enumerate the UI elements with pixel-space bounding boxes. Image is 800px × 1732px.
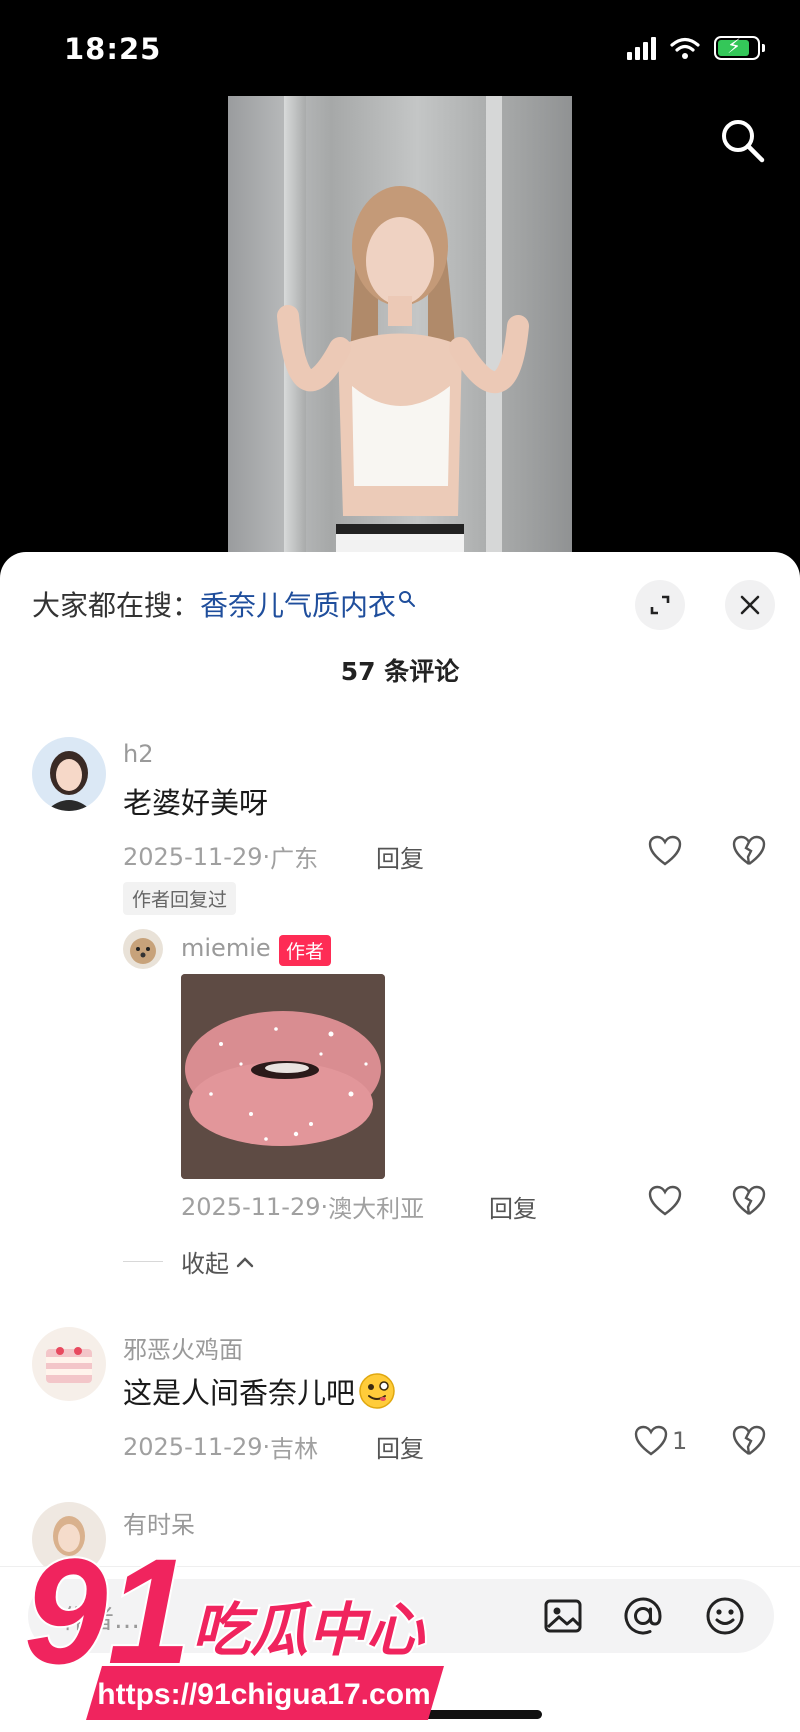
- reply-image[interactable]: [181, 974, 385, 1179]
- watermark: 91 吃瓜中心 https://91chigua17.com: [22, 1525, 464, 1724]
- status-icons: ⚡: [627, 34, 765, 60]
- comment-location: 吉林: [270, 1435, 319, 1463]
- reply-button[interactable]: 回复: [376, 839, 424, 874]
- reply-avatar[interactable]: [123, 929, 163, 969]
- trending-prefix: 大家都在搜：: [32, 589, 201, 622]
- video-subject-image: [277, 186, 529, 556]
- status-time: 18:25: [64, 32, 162, 66]
- close-button[interactable]: [725, 580, 775, 630]
- divider: [123, 1260, 163, 1263]
- expand-icon: [650, 595, 670, 615]
- watermark-text: 吃瓜中心: [192, 1596, 426, 1664]
- comment-meta: 2025-11-29 · 吉林: [123, 1429, 318, 1464]
- close-icon: [740, 595, 760, 615]
- like-button[interactable]: [648, 1185, 682, 1217]
- signal-icon: [627, 36, 656, 60]
- comment-username[interactable]: h2: [123, 740, 153, 768]
- collapse-button[interactable]: 收起: [123, 1244, 255, 1279]
- collapse-label: 收起: [181, 1250, 229, 1278]
- expand-button[interactable]: [635, 580, 685, 630]
- video-player[interactable]: [228, 96, 572, 556]
- comment-date: 2025-11-29: [123, 1432, 263, 1461]
- like-button[interactable]: 1: [634, 1425, 687, 1457]
- like-count: 1: [672, 1427, 688, 1455]
- reply-location: 澳大利亚: [328, 1195, 425, 1223]
- author-badge: 作者: [279, 935, 332, 966]
- chevron-up-icon: [236, 1256, 254, 1267]
- author-replied-badge: 作者回复过: [123, 882, 237, 915]
- comment-date: 2025-11-29: [123, 842, 263, 871]
- heart-icon: [634, 1425, 668, 1456]
- broken-heart-icon[interactable]: [732, 1425, 766, 1457]
- reply-meta: 2025-11-29 · 澳大利亚: [181, 1189, 424, 1224]
- status-bar: 18:25 ⚡: [0, 0, 800, 100]
- at-icon[interactable]: [620, 1593, 666, 1639]
- like-button[interactable]: [648, 835, 686, 867]
- reply-date: 2025-11-29: [181, 1192, 321, 1221]
- reply-username[interactable]: miemie: [181, 934, 271, 962]
- trending-search[interactable]: 大家都在搜： 香奈儿气质内衣: [32, 582, 416, 626]
- wifi-icon: [670, 37, 700, 59]
- broken-heart-icon[interactable]: [732, 1185, 766, 1217]
- avatar[interactable]: [32, 737, 106, 811]
- avatar[interactable]: [32, 1327, 106, 1401]
- trending-term[interactable]: 香奈儿气质内衣: [200, 584, 396, 624]
- watermark-logo: 91 吃瓜中心 https://91chigua17.com: [22, 1525, 444, 1720]
- comment-count: 57 条评论: [340, 657, 460, 686]
- comment-username[interactable]: 有时呆: [123, 1505, 195, 1540]
- reply-button[interactable]: 回复: [489, 1189, 537, 1224]
- battery-icon: ⚡: [714, 34, 765, 60]
- comment-location: 广东: [270, 845, 319, 873]
- heart-icon: [648, 835, 682, 866]
- search-icon: [399, 591, 416, 607]
- comment-meta: 2025-11-29 · 广东: [123, 839, 318, 874]
- comment-username[interactable]: 邪恶火鸡面: [123, 1330, 243, 1365]
- image-icon[interactable]: [540, 1593, 586, 1639]
- reply-button[interactable]: 回复: [376, 1429, 424, 1464]
- heart-icon: [648, 1185, 682, 1216]
- smile-emoji-icon: [359, 1373, 395, 1409]
- comment-text: 老婆好美呀: [123, 786, 269, 820]
- emoji-icon[interactable]: [702, 1593, 748, 1639]
- watermark-url: https://91chigua17.com: [97, 1678, 430, 1711]
- broken-heart-icon[interactable]: [732, 835, 766, 867]
- comment-text: 这是人间香奈儿吧: [123, 1370, 397, 1412]
- search-icon[interactable]: [718, 116, 766, 164]
